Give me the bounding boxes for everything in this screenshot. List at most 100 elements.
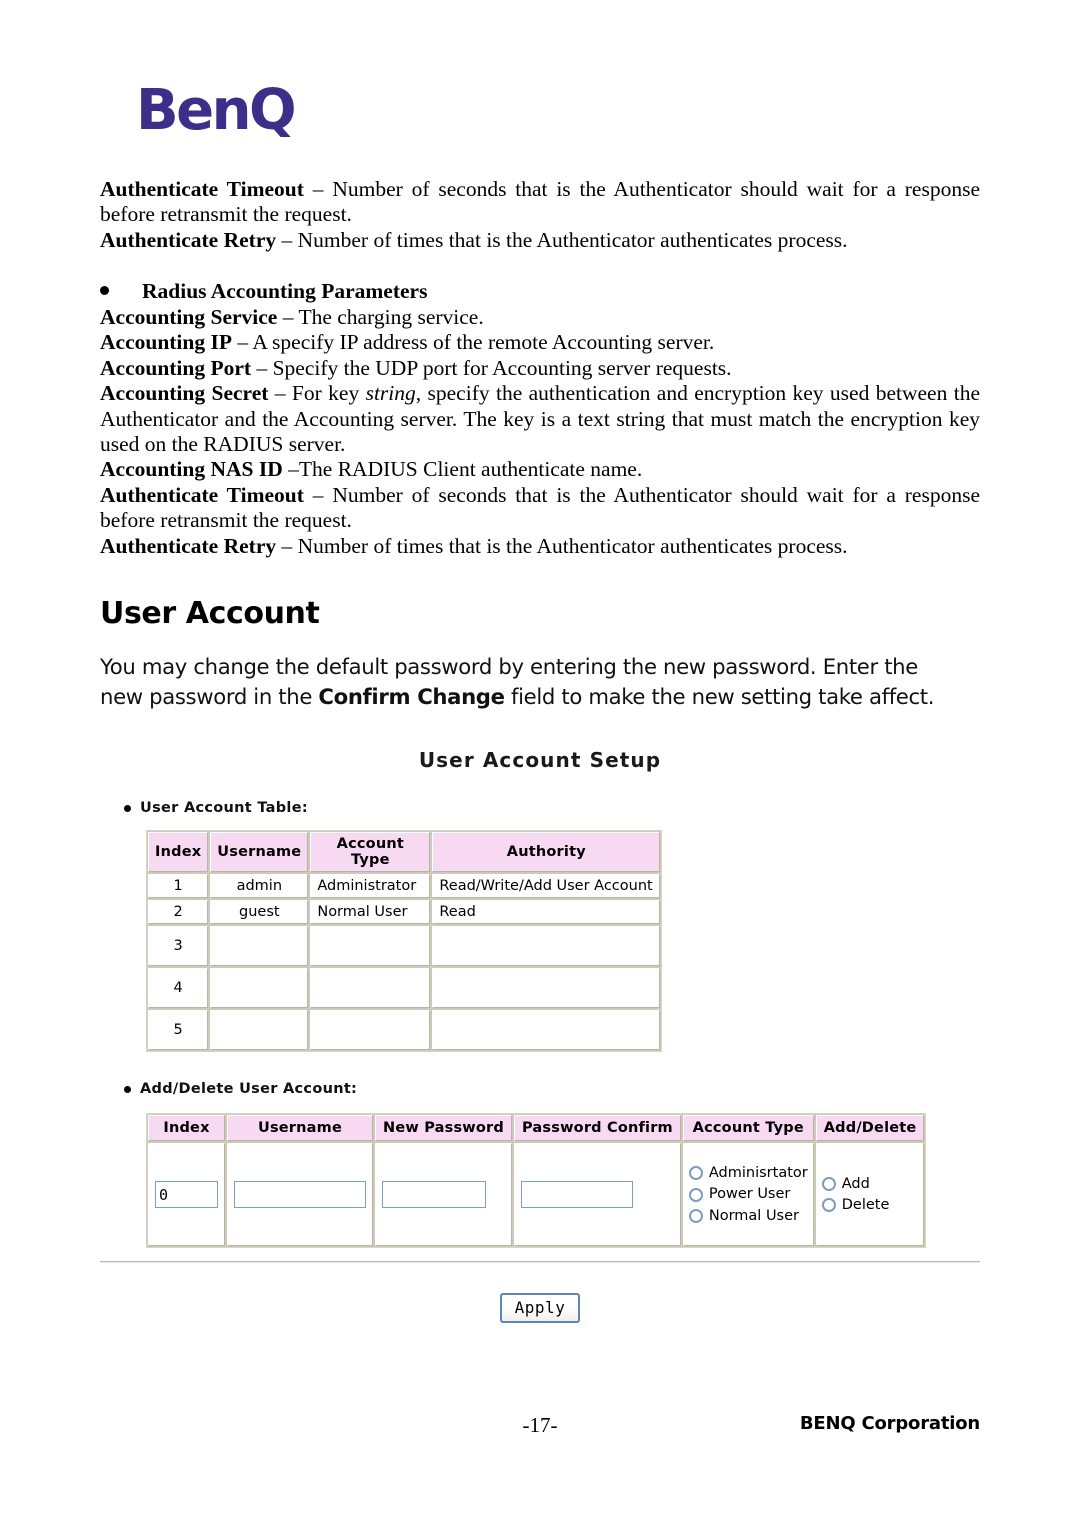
radio-label-normal-user: Normal User <box>708 1207 799 1224</box>
cell-authority: Read/Write/Add User Account <box>431 873 662 899</box>
paragraph-accounting-ip: Accounting IP – A specify IP address of … <box>100 330 980 355</box>
column-header-password-confirm: Password Confirm <box>512 1114 682 1142</box>
cell-authority: Read <box>431 899 662 925</box>
table-row: 4 <box>147 967 662 1009</box>
cell-index: 1 <box>147 873 210 899</box>
column-header-index: Index <box>147 1114 226 1142</box>
column-header-index: Index <box>147 831 210 873</box>
desc-accounting-ip: – A specify IP address of the remote Acc… <box>232 330 715 355</box>
desc-accounting-service: – The charging service. <box>277 305 484 329</box>
term-accounting-port: Accounting Port <box>100 355 252 380</box>
intro-paragraph: You may change the default password by e… <box>100 652 960 712</box>
body-text-top: Authenticate Timeout – Number of seconds… <box>100 177 980 253</box>
column-header-new-password: New Password <box>374 1114 513 1142</box>
paragraph-accounting-service: Accounting Service – The charging servic… <box>100 305 980 330</box>
paragraph-authenticate-retry-1: Authenticate Retry – Number of times tha… <box>100 228 980 253</box>
radio-label-power-user: Power User <box>708 1186 791 1203</box>
radio-button-icon[interactable] <box>688 1166 703 1180</box>
cell-password-confirm-input <box>512 1142 682 1247</box>
cell-username: guest <box>209 899 310 925</box>
column-header-account-type: Account Type <box>681 1114 815 1142</box>
radio-option-add[interactable]: Add <box>821 1175 919 1192</box>
intro-text-after: field to make the new setting take affec… <box>504 684 935 709</box>
table-row: Adminisrtator Power User Normal User <box>147 1142 926 1247</box>
cell-account-type-radios: Adminisrtator Power User Normal User <box>681 1142 815 1247</box>
table-header-row: Index Username Account Type Authority <box>147 831 662 873</box>
index-input[interactable] <box>155 1181 218 1208</box>
radio-button-icon[interactable] <box>688 1187 703 1202</box>
table-row: 5 <box>147 1009 662 1051</box>
radio-button-icon[interactable] <box>821 1198 836 1213</box>
cell-account-type <box>309 1009 432 1051</box>
column-header-authority: Authority <box>431 831 662 873</box>
table-row: 2 guest Normal User Read <box>147 899 662 925</box>
label-user-account-table: User Account Table: <box>124 800 308 816</box>
term-authenticate-timeout-2: Authenticate Timeout <box>100 482 304 507</box>
radio-option-power-user[interactable]: Power User <box>688 1186 808 1203</box>
cell-index-input <box>147 1142 226 1247</box>
label-add-delete-user-account: Add/Delete User Account: <box>124 1081 357 1097</box>
term-accounting-service: Accounting Service <box>100 305 278 329</box>
cell-index: 2 <box>147 899 210 925</box>
table-header-row: Index Username New Password Password Con… <box>147 1114 926 1142</box>
cell-authority <box>431 967 662 1009</box>
bullet-dot-icon <box>124 804 131 812</box>
body-text-accounting: Accounting Service – The charging servic… <box>100 305 980 559</box>
apply-button-container: Apply <box>96 1293 984 1323</box>
new-password-input[interactable] <box>382 1181 486 1208</box>
paragraph-authenticate-timeout-2: Authenticate Timeout – Number of seconds… <box>100 483 980 534</box>
intro-text-bold: Confirm Change <box>318 684 505 709</box>
password-confirm-input[interactable] <box>520 1181 633 1208</box>
column-header-username: Username <box>226 1114 374 1142</box>
bullet-radius-accounting: Radius Accounting Parameters <box>100 279 980 304</box>
label-user-account-table-text: User Account Table: <box>140 800 308 816</box>
cell-account-type <box>309 925 432 967</box>
cell-index: 4 <box>147 967 210 1009</box>
term-authenticate-retry-1: Authenticate Retry <box>100 227 277 252</box>
footer-corporation: BENQ Corporation <box>799 1413 980 1434</box>
radio-button-icon[interactable] <box>688 1209 703 1223</box>
cell-account-type: Administrator <box>309 873 432 899</box>
desc-accounting-nas-id: –The RADIUS Client authenticate name. <box>282 457 643 482</box>
term-authenticate-timeout-1: Authenticate Timeout <box>100 177 304 201</box>
benq-logo-text: BenQ <box>136 78 297 143</box>
page-title: User Account <box>100 596 320 631</box>
cell-username <box>209 967 310 1009</box>
radio-option-delete[interactable]: Delete <box>821 1197 919 1213</box>
radio-label-delete: Delete <box>841 1197 890 1213</box>
bullet-dot-icon <box>100 286 109 295</box>
desc-accounting-secret-before: – For key <box>268 381 366 406</box>
paragraph-accounting-secret: Accounting Secret – For key string, spec… <box>100 381 980 457</box>
radio-label-administrator: Adminisrtator <box>708 1164 808 1181</box>
desc-authenticate-retry-1: – Number of times that is the Authentica… <box>276 227 848 252</box>
radio-option-normal-user[interactable]: Normal User <box>688 1207 808 1224</box>
paragraph-authenticate-retry-2: Authenticate Retry – Number of times tha… <box>100 534 980 559</box>
term-authenticate-retry-2: Authenticate Retry <box>100 533 277 558</box>
bullet-heading-label: Radius Accounting Parameters <box>142 279 428 303</box>
term-accounting-secret: Accounting Secret <box>100 381 269 406</box>
radio-button-icon[interactable] <box>821 1176 836 1191</box>
paragraph-accounting-nas-id: Accounting NAS ID –The RADIUS Client aut… <box>100 457 980 482</box>
cell-account-type <box>309 967 432 1009</box>
cell-username: admin <box>209 873 310 899</box>
paragraph-authenticate-timeout-1: Authenticate Timeout – Number of seconds… <box>100 177 980 228</box>
radio-label-add: Add <box>841 1175 870 1192</box>
username-input[interactable] <box>234 1181 366 1208</box>
term-accounting-nas-id: Accounting NAS ID <box>100 457 283 482</box>
paragraph-accounting-port: Accounting Port – Specify the UDP port f… <box>100 356 980 381</box>
cell-index: 3 <box>147 925 210 967</box>
apply-button[interactable]: Apply <box>499 1293 581 1323</box>
benq-logo: BenQ <box>136 78 297 143</box>
horizontal-divider <box>100 1261 980 1263</box>
add-delete-user-account-table: Index Username New Password Password Con… <box>146 1113 927 1248</box>
desc-accounting-port: – Specify the UDP port for Accounting se… <box>251 355 732 380</box>
cell-authority <box>431 1009 662 1051</box>
cell-username <box>209 1009 310 1051</box>
cell-username-input <box>226 1142 374 1247</box>
radio-option-administrator[interactable]: Adminisrtator <box>688 1164 808 1181</box>
user-account-table: Index Username Account Type Authority 1 … <box>146 830 663 1052</box>
cell-account-type: Normal User <box>309 899 432 925</box>
label-add-delete-text: Add/Delete User Account: <box>140 1081 358 1097</box>
column-header-username: Username <box>209 831 310 873</box>
cell-new-password-input <box>374 1142 513 1247</box>
